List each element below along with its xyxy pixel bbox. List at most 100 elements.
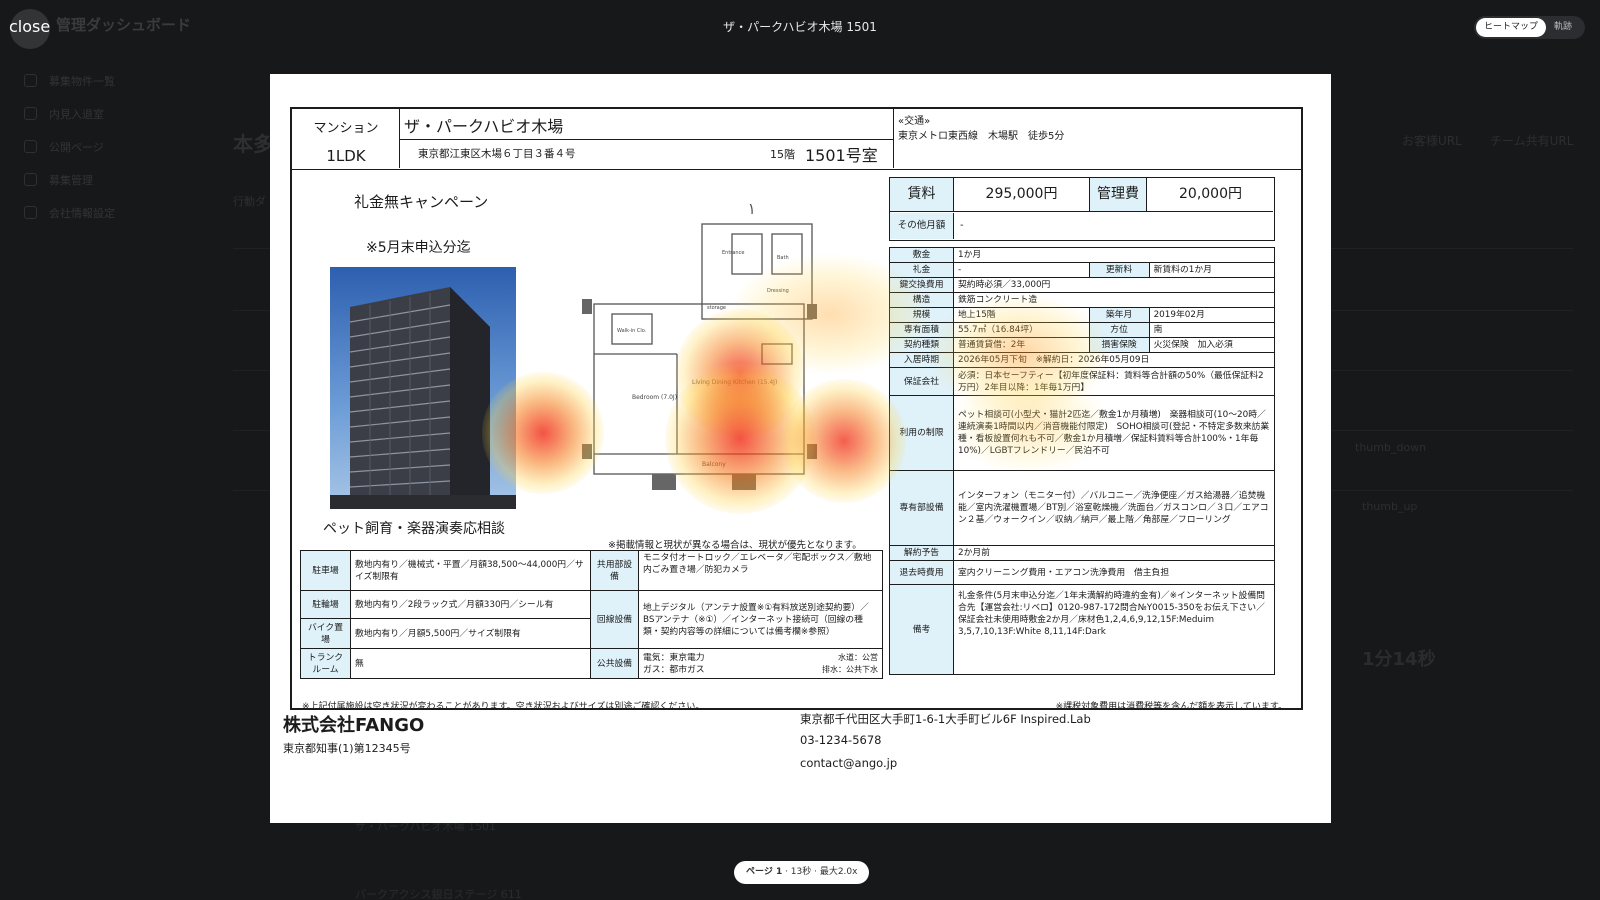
campaign-text: 礼金無キャンペーン: [354, 193, 489, 211]
contract-label: 契約種類: [889, 337, 954, 353]
campaign-deadline: ※5月末申込分迄: [366, 240, 471, 256]
page-number: ページ 1: [746, 867, 783, 877]
access-info: 東京メトロ東西線 木場駅 徒歩5分: [898, 131, 1065, 142]
trail-toggle-option[interactable]: 軌跡: [1546, 18, 1580, 37]
customer-url-link: お客様URL: [1402, 134, 1462, 148]
motorbike-value: 敷地内有り／月額5,500円／サイズ制限有: [350, 618, 591, 649]
management-fee-value: 20,000円: [1179, 186, 1242, 202]
heatmap-toggle-option[interactable]: ヒートマップ: [1476, 18, 1547, 37]
company-license: 東京都知事(1)第12345号: [283, 742, 411, 755]
building-photo: [330, 267, 516, 509]
property-floor: 15階: [770, 148, 795, 161]
property-flyer: マンション 1LDK ザ・パークハビオ木場 東京都江東区木場６丁目３番４号 15…: [270, 74, 1331, 823]
company-phone: 03-1234-5678: [800, 733, 882, 747]
floor-plan: Bedroom (7.0J) Living Dining Kitchen (15…: [582, 204, 817, 490]
area-value: 55.7㎡（16.84坪）: [953, 322, 1090, 338]
deposit-label: 敷金: [889, 247, 954, 263]
viewer-title: ザ・パークハビオ木場 1501: [723, 20, 877, 34]
leave-cost-value: 室内クリーニング費用・エアコン洗浄費用 借主負担: [953, 560, 1275, 585]
dressing-label: Dressing: [767, 288, 789, 294]
rent-label: 賃料: [890, 178, 954, 211]
company-name: 株式会社FANGO: [283, 715, 425, 736]
list-item: パークアクシス銀日ステージ 611: [355, 888, 522, 900]
bicycle-value: 敷地内有り／2段ラック式／月額330円／シール有: [350, 590, 591, 619]
direction-value: 南: [1148, 322, 1276, 338]
electricity-value: 電気：東京電力: [643, 652, 705, 663]
structure-value: 鉄筋コンクリート造: [953, 292, 1275, 308]
remarks-value: 礼金条件(5月末申込分迄／1年未満解約時違約金有)／※インターネット設備問合先【…: [953, 584, 1275, 675]
sidebar: 募集物件一覧 内見入退室 公開ページ 募集管理 会社情報設定: [24, 64, 224, 229]
line-equip-label: 回線設備: [590, 590, 639, 649]
built-value: 2019年02月: [1148, 307, 1276, 323]
remarks-label: 備考: [889, 584, 954, 675]
rent-row: 賃料 295,000円 管理費 20,000円: [890, 178, 1273, 212]
parking-label: 駐車場: [300, 550, 351, 591]
common-equip-label: 共用部設備: [590, 550, 639, 591]
thumb-down-icon: thumb_down: [1355, 441, 1427, 454]
list-icon: [24, 74, 37, 87]
deposit-value: 1か月: [953, 247, 1275, 263]
entrance-label: Entrance: [722, 250, 744, 256]
management-fee-label: 管理費: [1089, 178, 1147, 211]
insurance-label: 損害保険: [1088, 337, 1150, 353]
guarantor-value: 必須：日本セーフティー【初年度保証料：賃料等合計額の50%（最低保証料2万円）2…: [953, 367, 1275, 396]
walkin-label: Walk-in Clo.: [617, 328, 647, 334]
bedroom-label: Bedroom (7.0J): [632, 394, 677, 401]
trunk-room-value: 無: [350, 648, 591, 679]
notice-value: 2か月前: [953, 545, 1275, 561]
type-cell: マンション 1LDK: [292, 109, 400, 168]
balcony-label: Balcony: [702, 461, 726, 468]
line-equip-value: 地上デジタル（アンテナ設置※①有料放送別途契約要）／BSアンテナ（※①）／インタ…: [638, 590, 883, 649]
access-title: «交通»: [898, 116, 931, 127]
rent-summary: 賃料 295,000円 管理費 20,000円 その他月額 -: [889, 177, 1275, 241]
sidebar-item-label: 公開ページ: [49, 140, 104, 154]
bath-label: Bath: [777, 255, 789, 261]
thumb-up-icon: thumb_up: [1362, 500, 1418, 513]
property-address: 東京都江東区木場６丁目３番４号: [418, 148, 576, 160]
trunk-room-label: トランクルーム: [300, 648, 351, 679]
storage-label: storage: [707, 305, 726, 311]
company-email: contact@ango.jp: [800, 756, 898, 770]
renewal-label: 更新料: [1088, 262, 1150, 278]
divider: [400, 139, 894, 140]
page-title: 本多: [233, 132, 273, 156]
team-url-link: チーム共有URL: [1490, 134, 1574, 148]
structure-label: 構造: [889, 292, 954, 308]
scale-value: 地上15階: [953, 307, 1090, 323]
property-layout: 1LDK: [326, 147, 366, 165]
gas-value: ガス：都市ガス: [643, 664, 705, 675]
area-label: 専有面積: [889, 322, 954, 338]
rent-value: 295,000円: [985, 186, 1058, 202]
sidebar-item-label: 会社情報設定: [49, 206, 115, 220]
equipment-label: 専有部設備: [889, 470, 954, 546]
lock-fee-value: 契約時必須／33,000円: [953, 277, 1275, 293]
property-name: ザ・パークハビオ木場: [404, 117, 564, 136]
sidebar-item-recruit: 募集管理: [24, 163, 224, 196]
lock-fee-label: 鍵交換費用: [889, 277, 954, 293]
view-mode-toggle: ヒートマップ 軌跡: [1474, 16, 1585, 39]
facility-table: 駐車場 敷地内有り／機械式・平置／月額38,500～44,000円／サイズ制限有…: [300, 550, 884, 679]
gear-icon: [24, 206, 37, 219]
usage-limit-value: ペット相談可(小型犬・猫計2匹迄／敷金1か月積増) 楽器相談可(10～20時／連…: [953, 395, 1275, 471]
company-address: 東京都千代田区大手町1-6-1大手町ビル6F Inspired.Lab: [800, 712, 1091, 726]
other-monthly-value: -: [960, 220, 964, 231]
renewal-value: 新賃料の1か月: [1148, 262, 1276, 278]
property-room: 1501号室: [805, 146, 878, 165]
move-in-value: 2026年05月下旬 ※解約日：2026年05月09日: [953, 352, 1275, 368]
ldk-label: Living Dining Kitchen (15.4J): [692, 379, 777, 386]
name-cell: ザ・パークハビオ木場 東京都江東区木場６丁目３番４号 15階 1501号室: [400, 109, 894, 168]
flyer-sheet: マンション 1LDK ザ・パークハビオ木場 東京都江東区木場６丁目３番４号 15…: [290, 107, 1303, 712]
globe-icon: [24, 140, 37, 153]
page-info-pill: ページ 1 · 13秒 · 最大2.0x: [734, 861, 870, 884]
scale-label: 規模: [889, 307, 954, 323]
page-detail: · 13秒 · 最大2.0x: [782, 867, 858, 877]
sidebar-item-label: 募集管理: [49, 173, 93, 187]
common-equip-value: モニタ付オートロック／エレベータ／宅配ボックス／敷地内ごみ置き場／防犯カメラ: [638, 550, 883, 591]
disclaimer: ※掲載情報と現状が異なる場合は、現状が優先となります。: [608, 540, 862, 551]
sidebar-item-public-page: 公開ページ: [24, 130, 224, 163]
usage-limit-label: 利用の制限: [889, 395, 954, 471]
motorbike-label: バイク置場: [300, 618, 351, 649]
leave-cost-label: 退去時費用: [889, 560, 954, 585]
property-type: マンション: [313, 121, 379, 136]
direction-label: 方位: [1088, 322, 1150, 338]
